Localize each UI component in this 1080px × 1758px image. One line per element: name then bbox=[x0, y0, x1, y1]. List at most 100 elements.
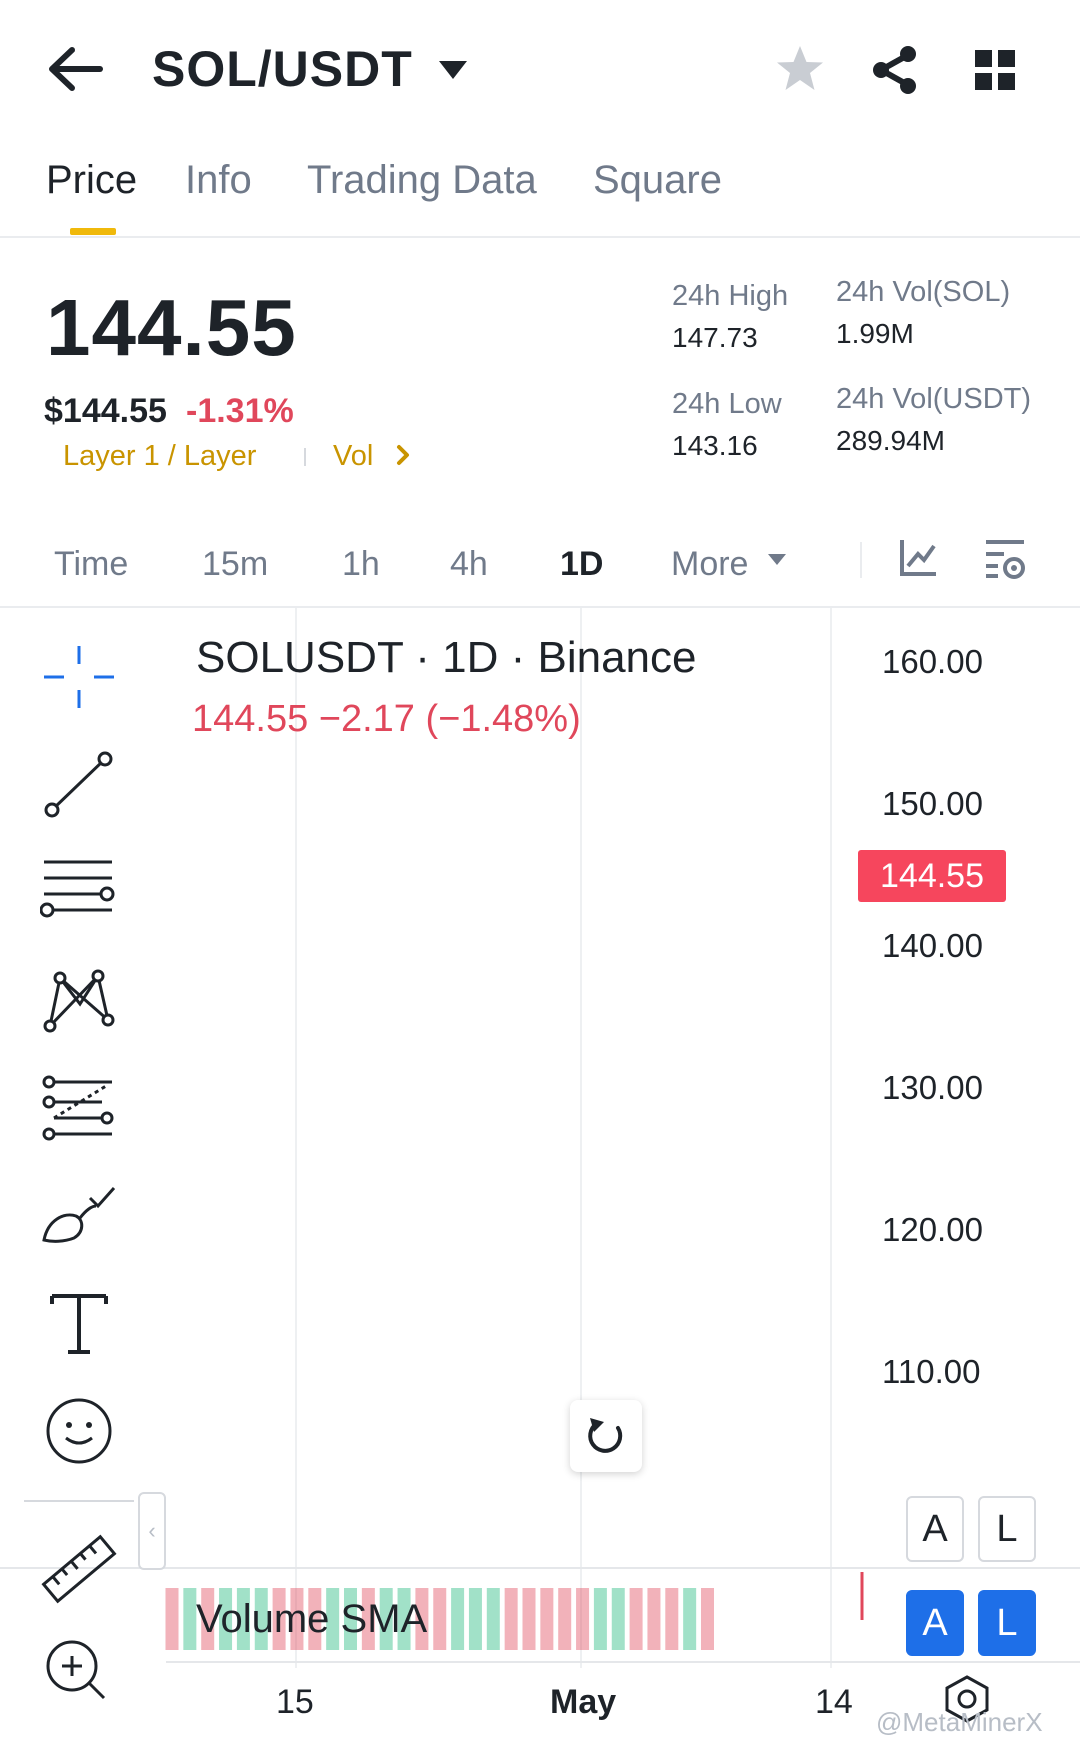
text-icon bbox=[50, 1294, 108, 1354]
fib-tool[interactable] bbox=[40, 1068, 118, 1146]
brush-tool[interactable] bbox=[40, 1176, 118, 1254]
tf-1h[interactable]: 1h bbox=[342, 545, 380, 584]
stat-low-label: 24h Low bbox=[672, 388, 782, 420]
volume-bar bbox=[647, 1588, 661, 1650]
volume-bar bbox=[433, 1588, 447, 1650]
caret-down-icon[interactable] bbox=[437, 58, 469, 82]
crosshair-tool[interactable] bbox=[40, 638, 118, 716]
last-price: 144.55 bbox=[46, 283, 297, 372]
stat-high-value: 147.73 bbox=[672, 322, 758, 353]
tf-1d[interactable]: 1D bbox=[560, 545, 603, 584]
chart-settings-button[interactable] bbox=[982, 536, 1028, 582]
tf-more[interactable]: More bbox=[671, 545, 748, 584]
volume-bar bbox=[558, 1588, 572, 1650]
zoom-in-tool[interactable] bbox=[40, 1634, 118, 1712]
tab-price[interactable]: Price bbox=[46, 158, 137, 203]
x-tick-label: 14 bbox=[815, 1683, 853, 1721]
y-tick-label: 140.00 bbox=[882, 927, 983, 964]
emoji-icon bbox=[46, 1398, 112, 1464]
share-button[interactable] bbox=[865, 40, 925, 100]
chart-ohlc-line: 144.55 −2.17 (−1.48%) bbox=[192, 698, 581, 740]
trend-line-icon bbox=[44, 751, 113, 818]
tf-time[interactable]: Time bbox=[54, 545, 128, 584]
favorite-button[interactable] bbox=[770, 40, 830, 100]
volume-bar bbox=[665, 1588, 679, 1650]
candlestick-chart[interactable] bbox=[0, 608, 1080, 1758]
volume-log-scale-button[interactable]: L bbox=[978, 1590, 1036, 1656]
category-tag[interactable]: Layer 1 / Layer bbox=[63, 440, 256, 473]
stat-high-label: 24h High bbox=[672, 280, 789, 312]
text-tool[interactable] bbox=[40, 1284, 118, 1362]
brush-icon bbox=[42, 1187, 116, 1243]
tf-15m[interactable]: 15m bbox=[202, 545, 268, 584]
volume-bar bbox=[540, 1588, 554, 1650]
volume-bar bbox=[486, 1588, 500, 1650]
price-change-percent: -1.31% bbox=[186, 392, 294, 430]
horizontal-lines-tool[interactable] bbox=[40, 852, 118, 930]
volume-bar bbox=[468, 1588, 482, 1650]
tf-4h[interactable]: 4h bbox=[450, 545, 488, 584]
tf-divider bbox=[860, 542, 862, 578]
volume-auto-scale-button[interactable]: A bbox=[906, 1590, 964, 1656]
more-caret-icon[interactable] bbox=[766, 552, 788, 568]
tab-square[interactable]: Square bbox=[593, 158, 722, 203]
tab-info[interactable]: Info bbox=[185, 158, 252, 203]
volume-bar bbox=[183, 1588, 197, 1650]
back-button[interactable] bbox=[40, 38, 110, 100]
crosshair-icon bbox=[44, 646, 114, 708]
tab-active-indicator bbox=[70, 228, 116, 235]
zoom-in-icon bbox=[46, 1640, 106, 1700]
volume-bar bbox=[593, 1588, 607, 1650]
chevron-right-icon[interactable] bbox=[395, 443, 411, 467]
volume-bar bbox=[165, 1588, 179, 1650]
x-tick-label: May bbox=[550, 1683, 617, 1721]
indicator-button[interactable] bbox=[896, 536, 940, 580]
tab-trading-data[interactable]: Trading Data bbox=[307, 158, 537, 203]
back-arrow-icon bbox=[49, 47, 103, 91]
current-price-badge: 144.55 bbox=[858, 850, 1006, 902]
stat-vol-base-label: 24h Vol(SOL) bbox=[836, 276, 1011, 308]
stat-vol-base-value: 1.99M bbox=[836, 318, 914, 349]
y-tick-label: 120.00 bbox=[882, 1211, 983, 1248]
stat-vol-quote-label: 24h Vol(USDT) bbox=[836, 383, 1032, 415]
y-tick-label: 110.00 bbox=[882, 1353, 981, 1390]
volume-bar bbox=[701, 1588, 714, 1650]
refresh-icon bbox=[588, 1418, 623, 1453]
volume-bar bbox=[629, 1588, 643, 1650]
vol-tag[interactable]: Vol bbox=[333, 440, 373, 473]
pair-title[interactable]: SOL/USDT bbox=[152, 40, 413, 98]
ruler-tool[interactable] bbox=[40, 1530, 118, 1608]
volume-bar bbox=[451, 1588, 465, 1650]
y-tick-label: 160.00 bbox=[882, 643, 983, 680]
volume-bar bbox=[611, 1588, 625, 1650]
trend-line-tool[interactable] bbox=[40, 746, 118, 824]
log-scale-button[interactable]: L bbox=[978, 1496, 1036, 1562]
watermark: @MetaMinerX bbox=[876, 1707, 1043, 1737]
collapse-toolbar-button[interactable]: ‹ bbox=[138, 1492, 166, 1570]
grid-icon bbox=[975, 50, 1015, 90]
tag-divider bbox=[304, 448, 306, 466]
fib-icon bbox=[42, 1075, 114, 1141]
volume-bar bbox=[522, 1588, 536, 1650]
usd-price: $144.55 bbox=[44, 392, 167, 430]
volume-bar bbox=[683, 1588, 697, 1650]
horizontal-lines-icon bbox=[40, 860, 115, 918]
tabs-divider bbox=[0, 236, 1080, 238]
emoji-tool[interactable] bbox=[40, 1392, 118, 1470]
ruler-icon bbox=[41, 1534, 117, 1604]
chart-indicator-icon bbox=[900, 540, 936, 576]
volume-indicator-label: Volume SMA bbox=[196, 1597, 428, 1641]
reset-chart-button[interactable] bbox=[570, 1400, 642, 1472]
more-apps-button[interactable] bbox=[965, 40, 1025, 100]
y-tick-label: 150.00 bbox=[882, 785, 983, 822]
tools-divider bbox=[24, 1500, 134, 1502]
auto-scale-button[interactable]: A bbox=[906, 1496, 964, 1562]
pattern-tool[interactable] bbox=[40, 960, 118, 1038]
chart-title: SOLUSDT · 1D · Binance bbox=[196, 633, 697, 682]
star-icon bbox=[777, 46, 823, 90]
share-icon bbox=[873, 46, 916, 94]
pattern-icon bbox=[43, 969, 115, 1033]
y-tick-label: 130.00 bbox=[882, 1069, 983, 1106]
chart-settings-icon bbox=[986, 540, 1025, 579]
volume-bar bbox=[576, 1588, 590, 1650]
